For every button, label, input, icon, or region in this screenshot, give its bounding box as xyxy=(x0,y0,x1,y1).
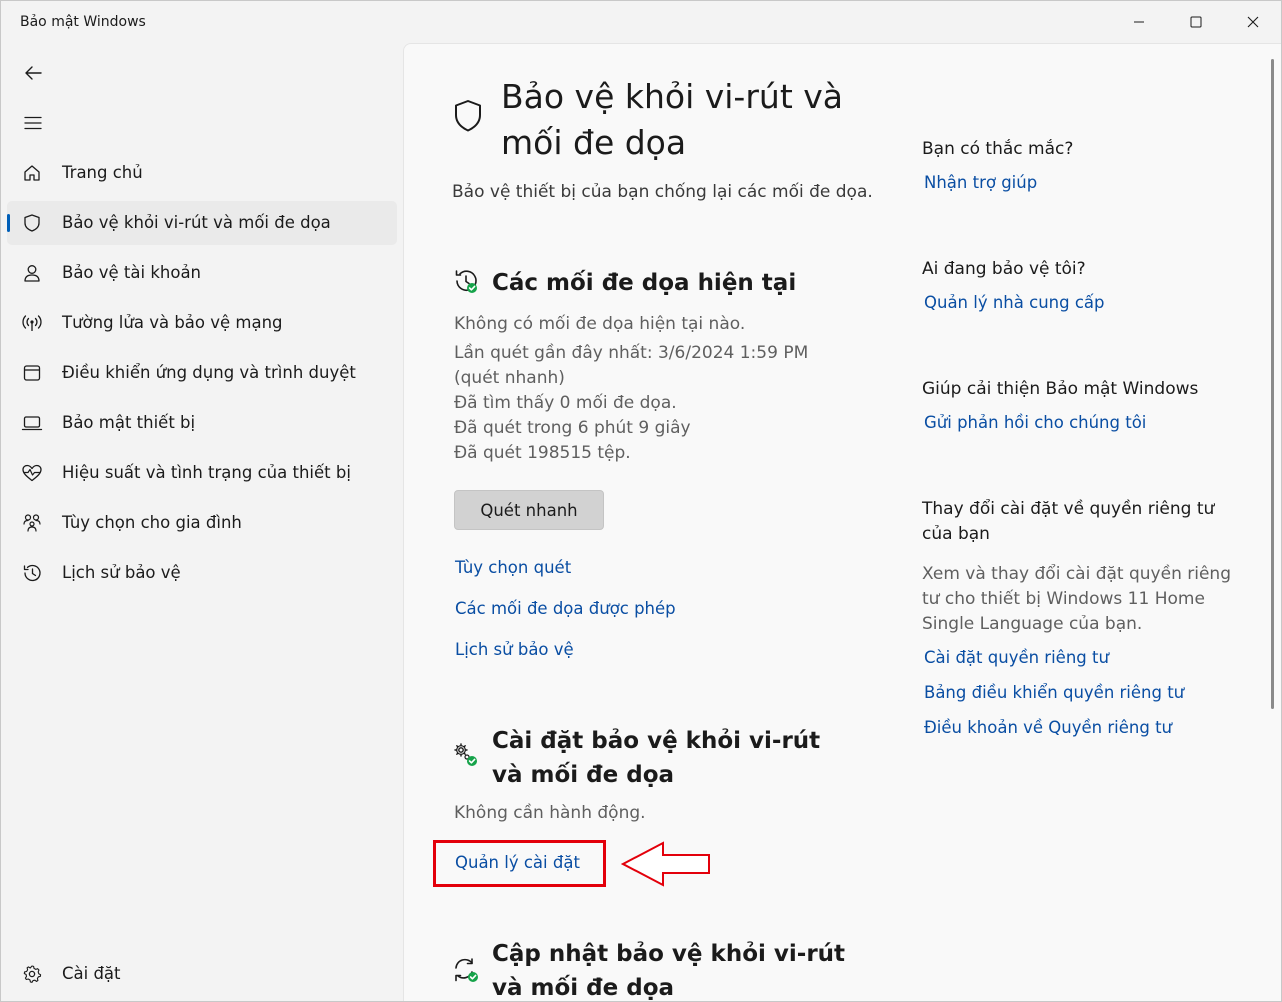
get-help-link[interactable]: Nhận trợ giúp xyxy=(924,173,1037,192)
last-scan-text: Lần quét gần đây nhất: 3/6/2024 1:59 PM … xyxy=(454,343,809,388)
active-indicator xyxy=(7,214,10,232)
laptop-icon xyxy=(21,412,43,434)
scan-clock-icon xyxy=(452,268,480,300)
sidebar: Trang chủ Bảo vệ khỏi vi-rút và mối đe d… xyxy=(1,43,401,1001)
maximize-icon xyxy=(1190,16,1201,28)
update-sync-icon xyxy=(452,956,480,988)
sidebar-item-label: Hiệu suất và tình trạng của thiết bị xyxy=(62,463,351,482)
sidebar-item-firewall[interactable]: Tường lửa và bảo vệ mạng xyxy=(7,301,397,345)
sidebar-item-label: Bảo mật thiết bị xyxy=(62,413,196,432)
privacy-heading: Thay đổi cài đặt về quyền riêng tư của b… xyxy=(922,499,1215,544)
sidebar-item-settings[interactable]: Cài đặt xyxy=(7,952,397,996)
sidebar-item-home[interactable]: Trang chủ xyxy=(7,151,397,195)
questions-heading: Bạn có thắc mắc? xyxy=(922,139,1074,159)
heart-pulse-icon xyxy=(21,462,43,484)
minimize-button[interactable] xyxy=(1110,1,1167,43)
privacy-description: Xem và thay đổi cài đặt quyền riêng tư c… xyxy=(922,564,1231,634)
settings-gears-icon xyxy=(452,741,480,773)
av-updates-title: Cập nhật bảo vệ khỏi vi-rút và mối đe dọ… xyxy=(492,941,846,1001)
sidebar-item-virus-protection[interactable]: Bảo vệ khỏi vi-rút và mối đe dọa xyxy=(7,201,397,245)
send-feedback-link[interactable]: Gửi phản hồi cho chúng tôi xyxy=(924,413,1146,432)
threats-status-text: Không có mối đe dọa hiện tại nào. xyxy=(454,314,746,334)
menu-button[interactable] xyxy=(15,105,51,141)
page-title: Bảo vệ khỏi vi-rút và mối đe dọa xyxy=(501,77,844,162)
back-button[interactable] xyxy=(15,55,51,91)
browser-window-icon xyxy=(21,362,43,384)
maximize-button[interactable] xyxy=(1167,1,1224,43)
annotation-highlight-box xyxy=(433,840,606,887)
close-button[interactable] xyxy=(1224,1,1281,43)
av-settings-title: Cài đặt bảo vệ khỏi vi-rút và mối đe dọa xyxy=(492,728,821,788)
quick-scan-button[interactable]: Quét nhanh xyxy=(454,490,604,530)
sidebar-item-device-performance[interactable]: Hiệu suất và tình trạng của thiết bị xyxy=(7,451,397,495)
files-scanned-text: Đã quét 198515 tệp. xyxy=(454,443,631,463)
page-subtitle: Bảo vệ thiết bị của bạn chống lại các mố… xyxy=(452,182,873,202)
family-icon xyxy=(21,512,43,534)
scan-duration-text: Đã quét trong 6 phút 9 giây xyxy=(454,418,691,438)
sidebar-item-label: Bảo vệ khỏi vi-rút và mối đe dọa xyxy=(62,213,331,232)
sidebar-item-label: Lịch sử bảo vệ xyxy=(62,563,181,582)
title-bar: Bảo mật Windows xyxy=(1,1,1281,43)
shield-icon xyxy=(452,99,484,137)
av-settings-status: Không cần hành động. xyxy=(454,803,646,823)
privacy-settings-link[interactable]: Cài đặt quyền riêng tư xyxy=(924,648,1109,667)
app-window: Bảo mật Windows Trang chủ Bảo vệ khỏi vi… xyxy=(0,0,1282,1002)
sidebar-item-account-protection[interactable]: Bảo vệ tài khoản xyxy=(7,251,397,295)
sidebar-item-device-security[interactable]: Bảo mật thiết bị xyxy=(7,401,397,445)
sidebar-item-label: Tường lửa và bảo vệ mạng xyxy=(62,313,283,332)
sidebar-item-label: Cài đặt xyxy=(62,964,121,983)
history-icon xyxy=(21,562,43,584)
sidebar-item-protection-history[interactable]: Lịch sử bảo vệ xyxy=(7,551,397,595)
person-icon xyxy=(21,262,43,284)
hamburger-icon xyxy=(24,116,42,130)
privacy-dashboard-link[interactable]: Bảng điều khiển quyền riêng tư xyxy=(924,683,1184,702)
gear-icon xyxy=(21,963,43,985)
scrollbar-thumb[interactable] xyxy=(1271,59,1274,709)
sidebar-item-label: Trang chủ xyxy=(62,163,143,182)
sidebar-item-family-options[interactable]: Tùy chọn cho gia đình xyxy=(7,501,397,545)
manage-providers-link[interactable]: Quản lý nhà cung cấp xyxy=(924,293,1105,312)
home-icon xyxy=(21,162,43,184)
sidebar-item-label: Tùy chọn cho gia đình xyxy=(62,513,242,532)
close-icon xyxy=(1247,16,1258,28)
wifi-antenna-icon xyxy=(21,312,43,334)
sidebar-item-label: Bảo vệ tài khoản xyxy=(62,263,202,282)
allowed-threats-link[interactable]: Các mối đe dọa được phép xyxy=(455,599,676,618)
sidebar-item-app-browser-control[interactable]: Điều khiển ứng dụng và trình duyệt xyxy=(7,351,397,395)
privacy-statement-link[interactable]: Điều khoản về Quyền riêng tư xyxy=(924,718,1172,737)
window-title: Bảo mật Windows xyxy=(20,14,146,30)
threats-found-text: Đã tìm thấy 0 mối đe dọa. xyxy=(454,393,677,413)
shield-icon xyxy=(21,212,43,234)
current-threats-title: Các mối đe dọa hiện tại xyxy=(492,270,797,296)
back-arrow-icon xyxy=(25,66,42,80)
sidebar-item-label: Điều khiển ứng dụng và trình duyệt xyxy=(62,363,356,382)
annotation-arrow-icon xyxy=(621,841,710,887)
scan-options-link[interactable]: Tùy chọn quét xyxy=(455,558,571,577)
minimize-icon xyxy=(1133,21,1144,23)
who-protects-heading: Ai đang bảo vệ tôi? xyxy=(922,259,1086,279)
improve-heading: Giúp cải thiện Bảo mật Windows xyxy=(922,379,1199,399)
protection-history-link[interactable]: Lịch sử bảo vệ xyxy=(455,640,574,659)
